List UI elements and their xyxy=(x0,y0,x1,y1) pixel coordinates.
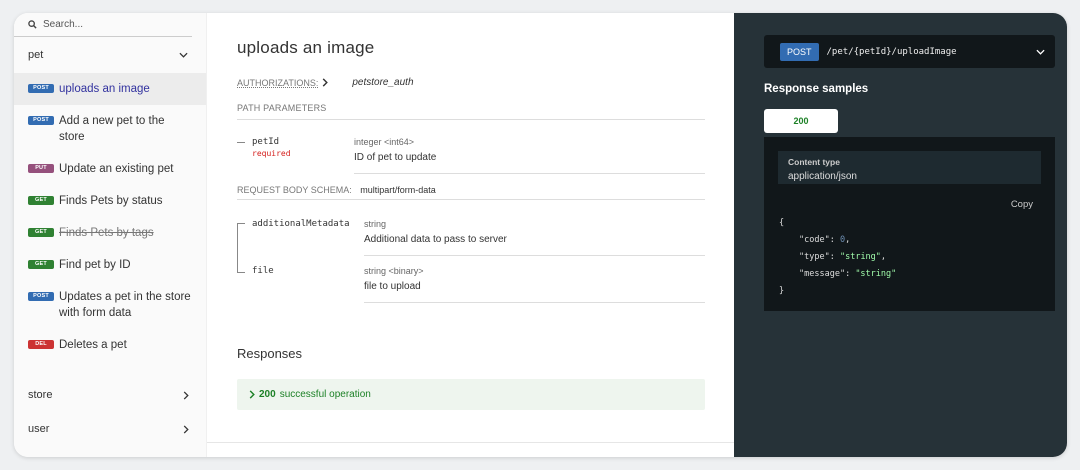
param-type: integer <int64> xyxy=(354,137,415,147)
sidebar-operation[interactable]: GET Finds Pets by tags xyxy=(14,217,206,249)
sidebar-group-label: store xyxy=(28,389,53,401)
sidebar-group-label: user xyxy=(28,423,50,435)
responses-heading: Responses xyxy=(237,346,303,361)
tab-200[interactable]: 200 xyxy=(764,109,838,133)
json-line: "code": 0, xyxy=(799,235,851,245)
sidebar-operation[interactable]: DEL Deletes a pet xyxy=(14,329,206,361)
field-type: string <binary> xyxy=(364,266,424,276)
authorizations-value: petstore_auth xyxy=(352,77,414,88)
tree-connector xyxy=(237,272,245,273)
json-line: "type": "string", xyxy=(799,252,887,262)
method-badge: POST xyxy=(28,84,54,93)
sidebar-operation-label: Add a new pet to the store xyxy=(59,115,165,143)
json-brace: { xyxy=(779,218,785,228)
app-window: Search... pet POST uploads an image POST Ad… xyxy=(14,13,1067,457)
page-title: uploads an image xyxy=(237,38,375,57)
field-description: file to upload xyxy=(364,281,421,292)
sidebar-operation-label: uploads an image xyxy=(59,83,150,95)
json-value: 0 xyxy=(839,235,846,245)
method-badge: DEL xyxy=(28,340,54,349)
divider xyxy=(237,199,705,200)
search-box[interactable]: Search... xyxy=(14,13,192,37)
response-200-row[interactable]: 200 successful operation xyxy=(237,379,705,410)
endpoint-path: /pet/{petId}/uploadImage xyxy=(826,46,957,57)
endpoint-selector[interactable]: POST /pet/{petId}/uploadImage xyxy=(764,35,1055,68)
divider xyxy=(207,442,734,443)
sidebar: Search... pet POST uploads an image POST Ad… xyxy=(14,13,207,457)
divider xyxy=(354,173,705,174)
field-type: string xyxy=(364,219,387,229)
response-code: 200 xyxy=(259,389,276,400)
request-body-type: multipart/form-data xyxy=(360,185,436,195)
method-badge: PUT xyxy=(28,164,54,173)
chevron-down-icon xyxy=(179,52,188,58)
sidebar-operation-label: Update an existing pet xyxy=(59,163,174,175)
sidebar-group-label: pet xyxy=(28,49,44,61)
sidebar-operation[interactable]: POST Add a new pet to the store xyxy=(14,105,206,153)
chevron-right-icon xyxy=(249,390,255,399)
authorizations-label[interactable]: AUTHORIZATIONS: xyxy=(237,78,318,88)
chevron-right-icon[interactable] xyxy=(322,78,329,87)
sidebar-operation-label: Finds Pets by status xyxy=(59,195,163,207)
copy-button[interactable]: Copy xyxy=(1011,199,1033,210)
tree-connector xyxy=(237,142,245,143)
sidebar-operation-label: Finds Pets by tags xyxy=(59,227,154,239)
samples-panel: POST /pet/{petId}/uploadImage Response s… xyxy=(734,13,1067,457)
json-sample: { "code": 0, "type": "string", "message"… xyxy=(779,215,896,300)
method-badge: POST xyxy=(28,116,54,125)
sidebar-group-store[interactable]: store xyxy=(14,385,207,405)
sidebar-operation-label: Find pet by ID xyxy=(59,259,131,271)
field-name: file xyxy=(252,266,274,276)
json-value: "string" xyxy=(839,252,881,262)
search-icon xyxy=(28,20,37,29)
request-body-heading: REQUEST BODY SCHEMA: multipart/form-data xyxy=(237,185,436,195)
tree-connector xyxy=(237,223,245,224)
json-brace: } xyxy=(779,286,785,296)
divider xyxy=(364,302,705,303)
method-badge: GET xyxy=(28,228,54,237)
content-type-label: Content type xyxy=(788,157,840,167)
sidebar-operation[interactable]: PUT Update an existing pet xyxy=(14,153,206,185)
sidebar-group-pet[interactable]: pet xyxy=(14,37,206,73)
method-badge: GET xyxy=(28,196,54,205)
chevron-right-icon xyxy=(183,424,189,434)
json-key: "message" xyxy=(799,269,846,279)
operation-details: uploads an image AUTHORIZATIONS: petstor… xyxy=(207,13,734,457)
sample-panel: Content type application/json Copy { "co… xyxy=(764,137,1055,311)
chevron-right-icon xyxy=(183,390,189,400)
response-text: successful operation xyxy=(279,389,371,400)
sidebar-operation-label: Updates a pet in the store with form dat… xyxy=(59,291,191,319)
request-body-label: REQUEST BODY SCHEMA: xyxy=(237,185,352,195)
field-name: additionalMetadata xyxy=(252,219,350,229)
json-value: "string" xyxy=(855,269,897,279)
json-key: "type" xyxy=(799,252,830,262)
content-type-select[interactable]: Content type application/json xyxy=(778,151,1041,184)
param-description: ID of pet to update xyxy=(354,152,437,163)
response-samples-heading: Response samples xyxy=(764,83,869,95)
sidebar-operation[interactable]: POST uploads an image xyxy=(14,73,206,105)
sidebar-operation[interactable]: GET Find pet by ID xyxy=(14,249,206,281)
json-key: "code" xyxy=(799,235,830,245)
sidebar-group-user[interactable]: user xyxy=(14,419,207,439)
chevron-down-icon xyxy=(1036,49,1045,55)
sidebar-operation[interactable]: POST Updates a pet in the store with form… xyxy=(14,281,206,329)
field-description: Additional data to pass to server xyxy=(364,234,507,245)
method-badge: GET xyxy=(28,260,54,269)
sidebar-operation[interactable]: GET Finds Pets by status xyxy=(14,185,206,217)
required-label: required xyxy=(252,149,291,158)
search-input[interactable]: Search... xyxy=(43,19,83,30)
content-type-value: application/json xyxy=(788,171,857,182)
authorizations: AUTHORIZATIONS: petstore_auth xyxy=(237,77,414,88)
sidebar-operation-label: Deletes a pet xyxy=(59,339,127,351)
path-parameters-heading: PATH PARAMETERS xyxy=(237,103,705,120)
param-name: petId xyxy=(252,137,280,147)
tree-connector xyxy=(237,223,245,273)
method-badge: POST xyxy=(780,42,819,61)
method-badge: POST xyxy=(28,292,54,301)
json-line: "message": "string" xyxy=(799,269,897,279)
divider xyxy=(364,255,705,256)
